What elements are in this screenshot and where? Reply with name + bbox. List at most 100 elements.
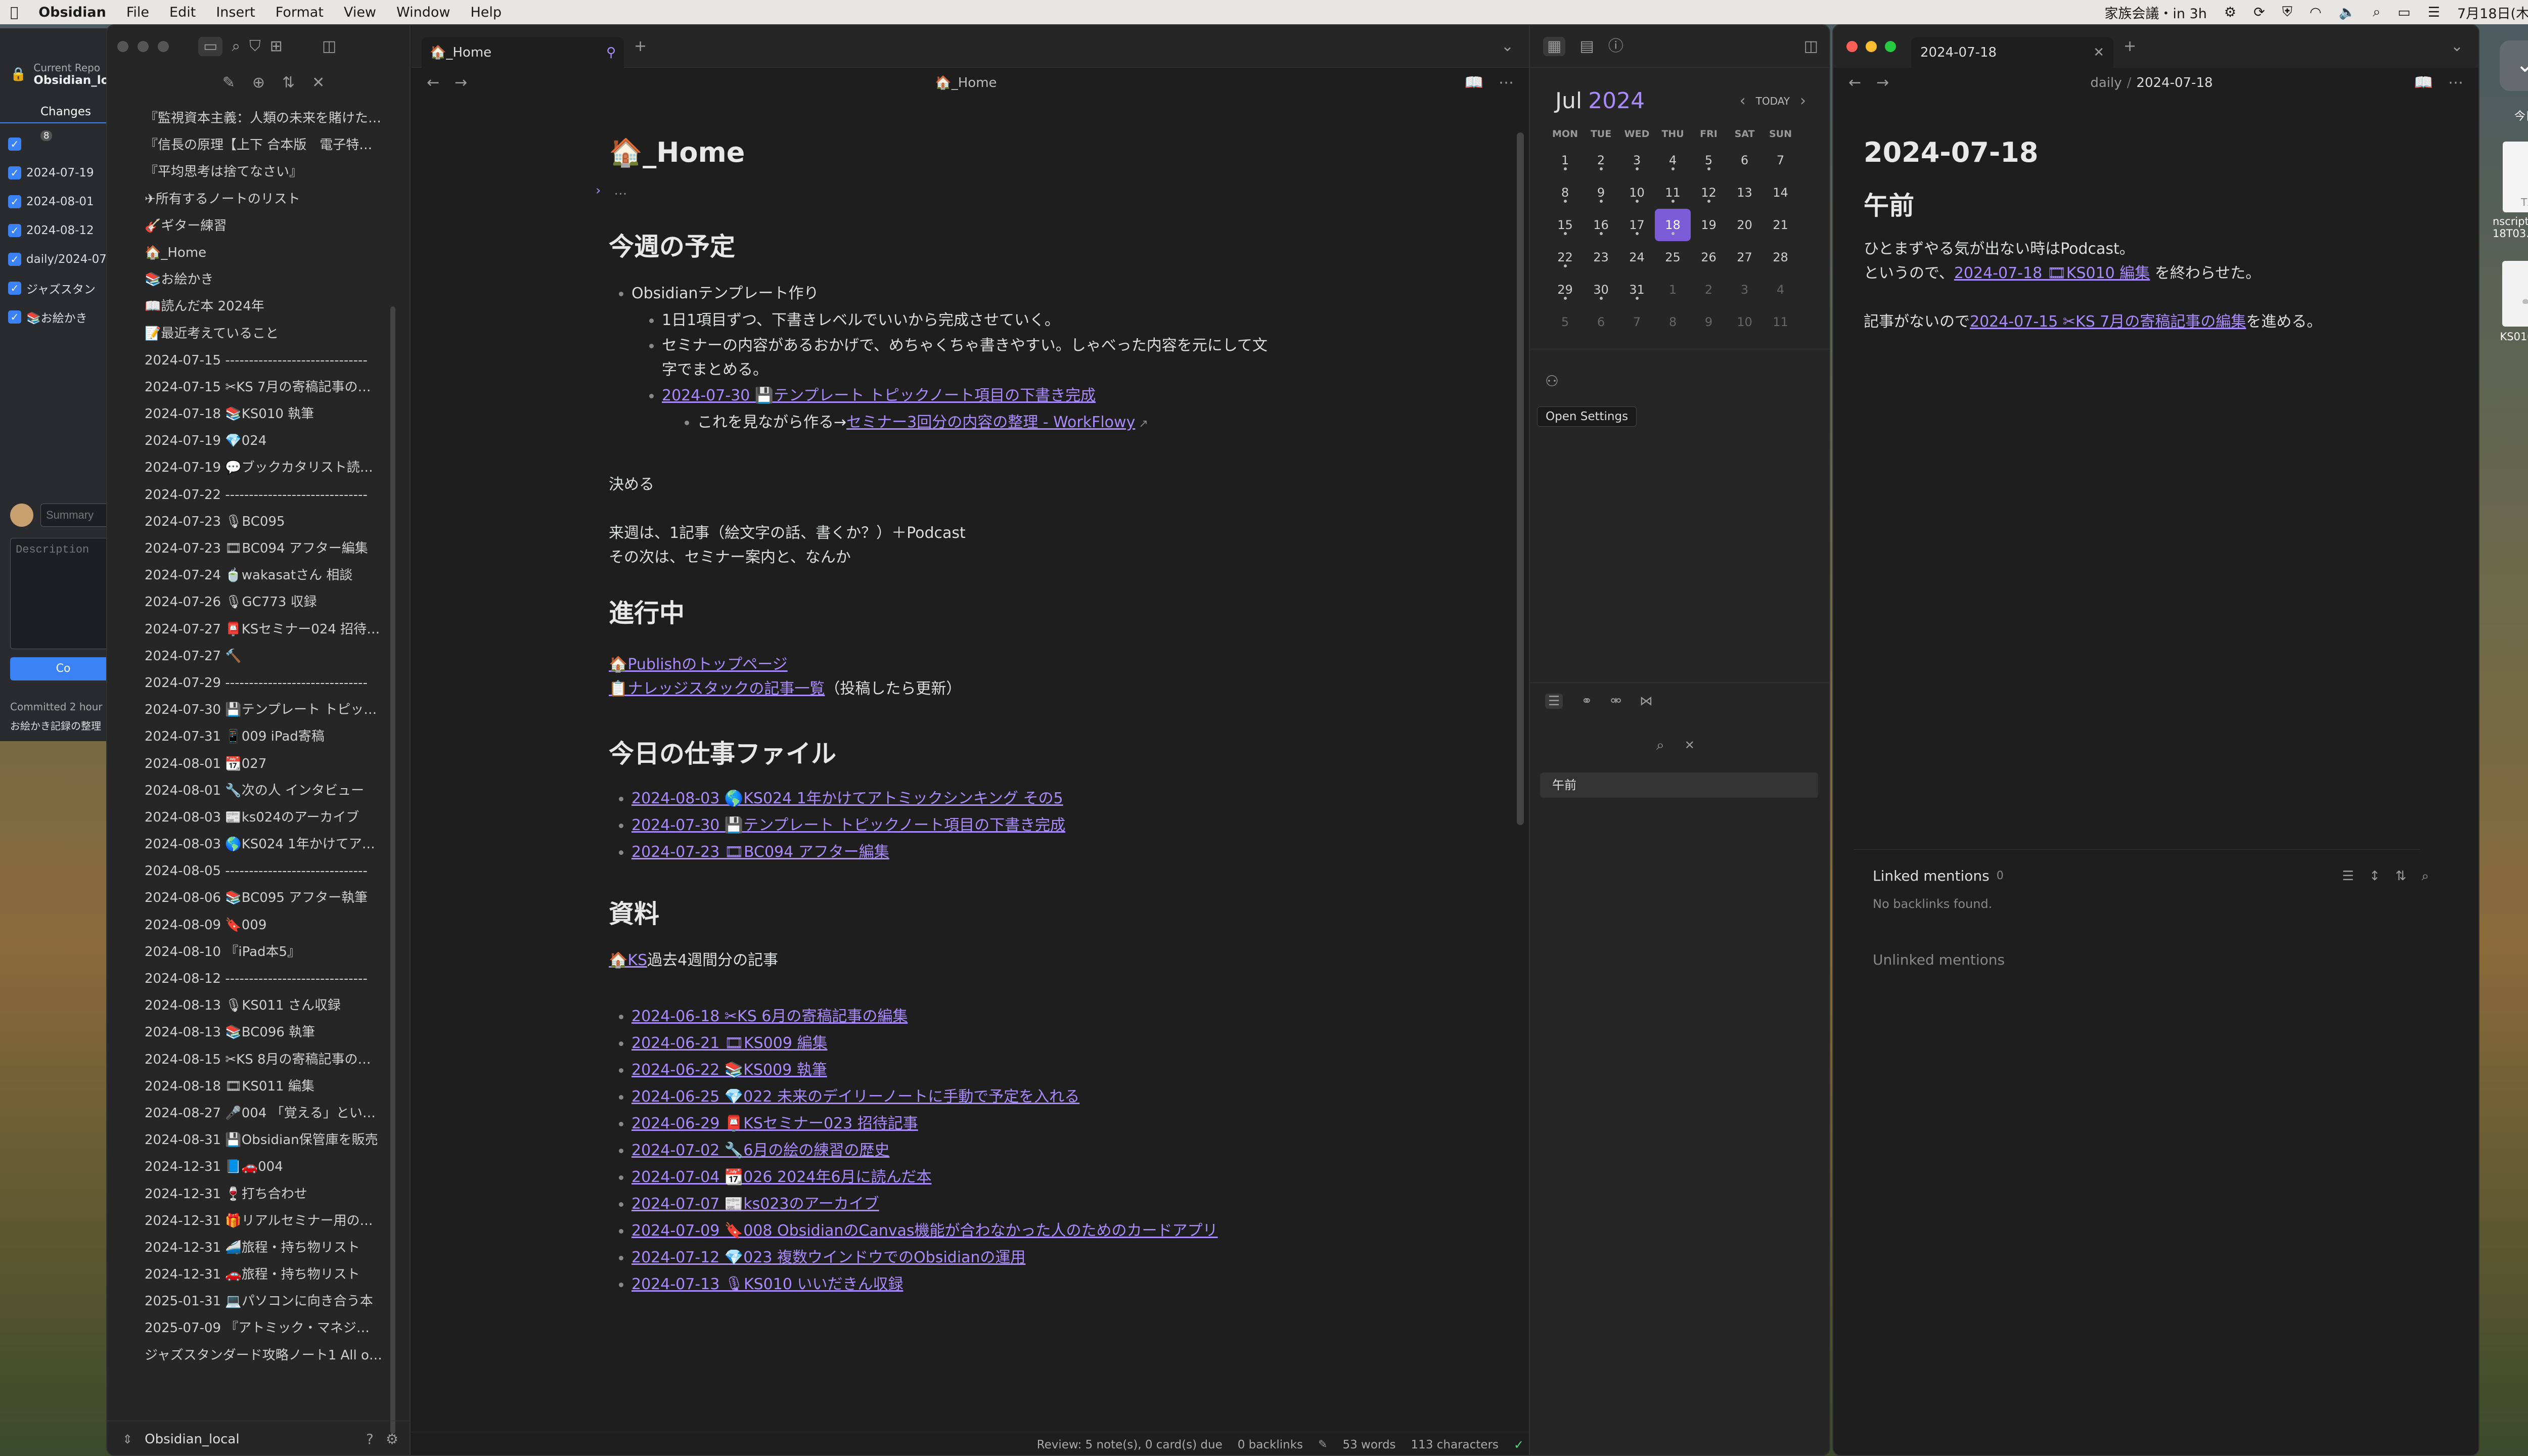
close-window-button[interactable]	[117, 41, 128, 52]
unlink-icon[interactable]: ⚮	[1610, 695, 1621, 708]
calendar-day[interactable]: 10	[1727, 306, 1763, 338]
tags-icon[interactable]: ⋈	[1640, 695, 1653, 708]
file-item[interactable]: 2025-07-09 『アトミック・マネジメント』	[140, 1315, 382, 1342]
tab-home[interactable]: 🏠_Home ⚲	[422, 37, 624, 68]
desktop-file-mp3[interactable]: ♫ KS010.mp3	[2493, 261, 2528, 343]
chevron-right-icon[interactable]: ›	[596, 183, 601, 198]
calendar-day[interactable]: 3	[1619, 144, 1655, 176]
file-item[interactable]: 2024-07-23 🎙BC095	[140, 509, 382, 535]
calendar-day[interactable]: 7	[1763, 144, 1798, 176]
file-item[interactable]: 2024-07-26 🎙GC773 収録	[140, 589, 382, 616]
file-item[interactable]: 📖読んだ本 2024年	[140, 293, 382, 320]
file-item[interactable]: 2024-12-31 🚗旅程・持ち物リスト	[140, 1261, 382, 1288]
checkbox[interactable]: ✓	[8, 195, 21, 208]
vault-switcher-icon[interactable]: ⇕	[122, 1433, 132, 1445]
sidebar-toggle-icon[interactable]: ◫	[1804, 38, 1818, 54]
checkbox[interactable]: ✓	[8, 310, 21, 324]
checkbox[interactable]: ✓	[8, 281, 21, 295]
calendar-day[interactable]: 13	[1727, 176, 1763, 209]
back-arrow-icon[interactable]: ←	[427, 75, 439, 90]
internal-link[interactable]: 2024-06-22 📚KS009 執筆	[631, 1061, 827, 1079]
search-icon[interactable]: ⌕	[2421, 870, 2429, 883]
collapsed-content[interactable]: …	[614, 183, 627, 198]
summary-input[interactable]	[40, 504, 116, 527]
list-view-icon[interactable]: ☰	[2342, 870, 2354, 883]
graph-icon[interactable]: ⚇	[1545, 374, 1559, 389]
file-item[interactable]: 🎸ギター練習	[140, 213, 382, 240]
file-item[interactable]: 2024-08-12 -----------------------------…	[140, 966, 382, 992]
calendar-day[interactable]: 6	[1727, 144, 1763, 176]
linked-mentions-heading[interactable]: Linked mentions	[1873, 868, 1990, 884]
change-item[interactable]: ✓ 2024-07-19	[8, 158, 112, 187]
calendar-day[interactable]: 21	[1763, 209, 1798, 241]
internal-link[interactable]: 2024-07-12 💎023 複数ウインドウでのObsidianの運用	[631, 1249, 1025, 1266]
calendar-day[interactable]: 10	[1619, 176, 1655, 209]
file-item[interactable]: 2024-08-13 🎙KS011 さん収録	[140, 992, 382, 1019]
sync-icon[interactable]: ⟳	[2253, 5, 2265, 20]
prev-month-icon[interactable]: ‹	[1740, 93, 1746, 109]
file-item[interactable]: 2024-08-01 🔧次の人 インタビュー	[140, 778, 382, 804]
file-item[interactable]: 2024-12-31 🍷打ち合わせ	[140, 1181, 382, 1208]
calendar-event[interactable]: 家族会議・in 3h	[2104, 3, 2207, 22]
checkbox[interactable]: ✓	[8, 137, 21, 151]
outline-item[interactable]: 午前	[1540, 772, 1818, 798]
tab-daily-note[interactable]: 2024-07-18 ✕	[1911, 37, 2113, 68]
calendar-day[interactable]: 26	[1691, 241, 1727, 274]
calendar-day[interactable]: 28	[1763, 241, 1798, 274]
file-item[interactable]: 2024-07-29 -----------------------------…	[140, 670, 382, 697]
menu-insert[interactable]: Insert	[216, 5, 255, 20]
new-tab-icon[interactable]: +	[2124, 39, 2136, 54]
file-item[interactable]: 2024-07-22 -----------------------------…	[140, 482, 382, 509]
menu-app-name[interactable]: Obsidian	[38, 5, 106, 20]
file-item[interactable]: 📚お絵かき	[140, 266, 382, 293]
file-item[interactable]: 2024-12-31 🎁リアルセミナー用の資料	[140, 1208, 382, 1235]
calendar-day[interactable]: 1	[1655, 274, 1691, 306]
internal-link[interactable]: 2024-07-18 🎞KS010 編集	[1954, 264, 2150, 282]
back-arrow-icon[interactable]: ←	[1848, 75, 1861, 90]
file-item[interactable]: 2024-07-19 💎024	[140, 428, 382, 454]
collapse-icon[interactable]: ✕	[1685, 739, 1695, 751]
chevron-down-icon[interactable]: ⌄	[2500, 40, 2528, 91]
file-item[interactable]: 2024-07-31 📱009 iPad寄稿	[140, 723, 382, 750]
sort-icon[interactable]: ⇅	[282, 75, 295, 90]
file-item[interactable]: 『平均思考は捨てなさい』	[140, 159, 382, 186]
outline-icon[interactable]: ☰	[1545, 694, 1563, 709]
chevron-down-icon[interactable]: ⌄	[2451, 39, 2463, 54]
file-item[interactable]: 2024-07-24 🍵wakasatさん 相談	[140, 562, 382, 589]
internal-link[interactable]: 2024-06-18 ✂KS 6月の寄稿記事の編集	[631, 1008, 908, 1025]
changes-tab[interactable]: Changes 8	[0, 100, 106, 141]
file-item[interactable]: 2024-08-31 💾Obsidian保管庫を販売	[140, 1127, 382, 1154]
checkbox[interactable]: ✓	[8, 223, 21, 237]
archive-icon[interactable]: ▤	[1579, 38, 1594, 54]
help-icon[interactable]: ?	[366, 1432, 374, 1446]
change-item[interactable]: ✓ daily/2024-07	[8, 245, 112, 274]
internal-link[interactable]: 🏠KS	[609, 951, 647, 969]
change-item[interactable]: ✓ 2024-08-01	[8, 187, 112, 216]
shield-icon[interactable]: ⛨	[2282, 4, 2292, 20]
calendar-day[interactable]: 30	[1583, 274, 1619, 306]
commit-button[interactable]: Co	[10, 657, 116, 680]
calendar-day[interactable]: 6	[1583, 306, 1619, 338]
calendar-day[interactable]: 23	[1583, 241, 1619, 274]
file-item[interactable]: 2024-12-31 📘🚗004	[140, 1154, 382, 1180]
calendar-day[interactable]: 15	[1547, 209, 1583, 241]
file-item[interactable]: 🏠_Home	[140, 240, 382, 266]
calendar-day[interactable]: 24	[1619, 241, 1655, 274]
calendar-day[interactable]: 9	[1583, 176, 1619, 209]
file-item[interactable]: 2024-08-13 📚BC096 執筆	[140, 1019, 382, 1046]
today-button[interactable]: TODAY	[1756, 95, 1790, 107]
calendar-day[interactable]: 20	[1727, 209, 1763, 241]
file-item[interactable]: 2024-12-31 🚄旅程・持ち物リスト	[140, 1235, 382, 1261]
close-window-button[interactable]	[1846, 41, 1858, 52]
file-item[interactable]: 2024-08-05 -----------------------------…	[140, 858, 382, 885]
calendar-icon[interactable]: ▦	[1543, 36, 1566, 56]
internal-link[interactable]: 📋ナレッジスタックの記事一覧	[609, 680, 825, 698]
control-center-icon[interactable]: ☰	[2428, 5, 2440, 20]
internal-link[interactable]: 2024-07-04 📆026 2024年6月に読んだ本	[631, 1168, 931, 1186]
calendar-day[interactable]: 5	[1691, 144, 1727, 176]
reading-view-icon[interactable]: 📖	[2414, 75, 2433, 90]
calendar-day[interactable]: 22	[1547, 241, 1583, 274]
internal-link[interactable]: 2024-07-15 ✂KS 7月の寄稿記事の編集	[1970, 313, 2246, 331]
file-item[interactable]: 2024-08-27 🎤004 「覚える」という行為	[140, 1100, 382, 1127]
desktop-file-txt[interactable]: TXT nscript_2024-0 18T03...401Z.txt	[2493, 142, 2528, 240]
